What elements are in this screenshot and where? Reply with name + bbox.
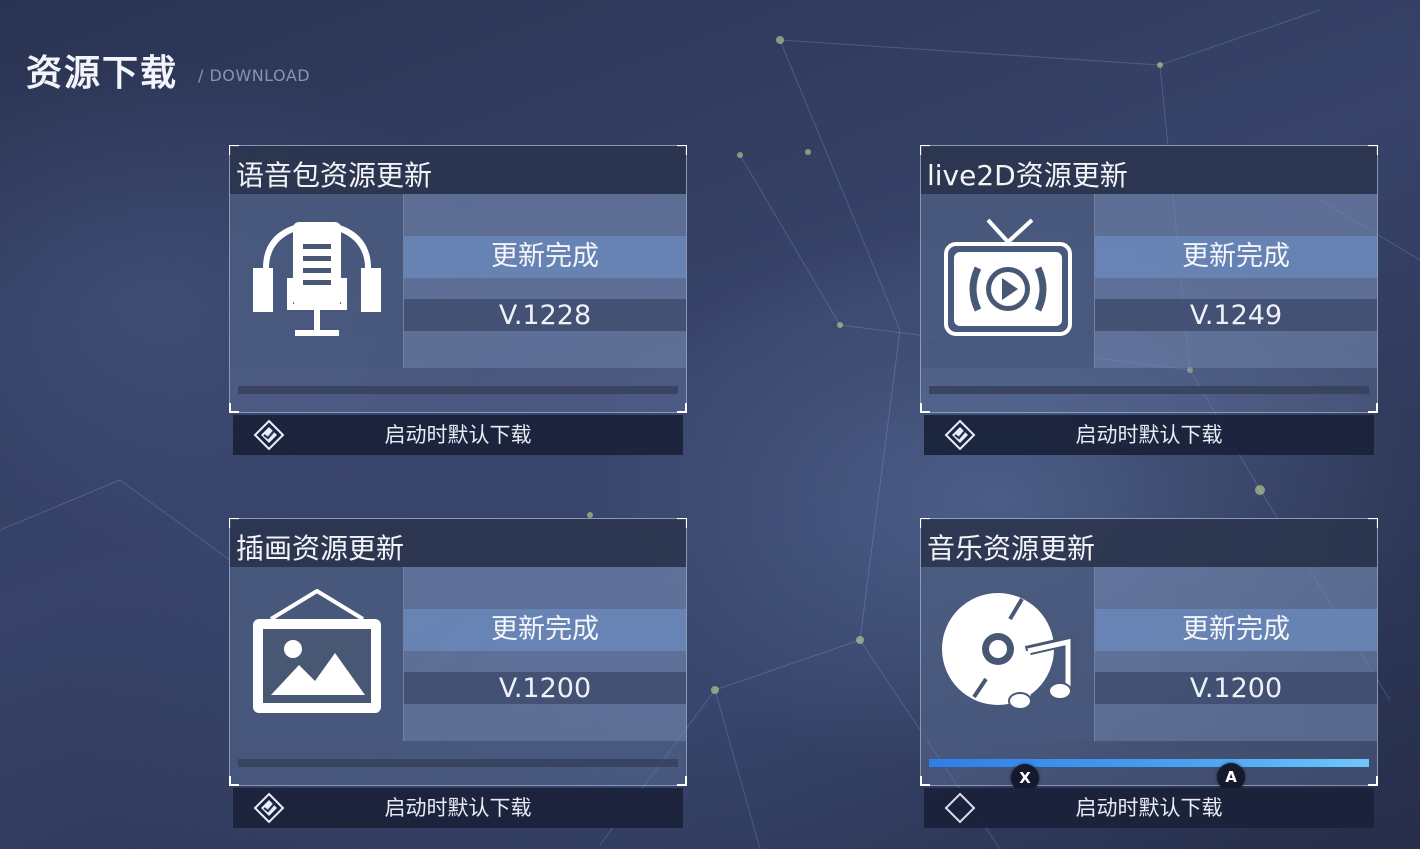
info-panel: 更新完成 V.1249 [1095, 194, 1377, 368]
icon-panel [230, 567, 404, 741]
status-text: 更新完成 [404, 236, 686, 278]
status-text: 更新完成 [1095, 609, 1377, 651]
card-title: 音乐资源更新 [927, 532, 1096, 565]
card-header: 语音包资源更新 [230, 146, 686, 194]
status-text: 更新完成 [404, 609, 686, 651]
progress-bar [238, 759, 678, 767]
page-subtitle: / DOWNLOAD [198, 66, 311, 85]
auto-download-label: 启动时默认下载 [1075, 796, 1223, 820]
picture-frame-icon [253, 589, 381, 713]
card-title: 插画资源更新 [236, 532, 405, 565]
card-frame: 插画资源更新 更新完成 V.1200 [229, 518, 687, 786]
auto-download-toggle[interactable]: 启动时默认下载 [233, 788, 683, 828]
progress-bar [238, 386, 678, 394]
voice-pack-card[interactable]: 语音包资源更新 更新完成 V.1228 启动时默认下载 [229, 145, 687, 457]
card-frame: 音乐资源更新 更新完成 V.1200 [920, 518, 1378, 786]
card-title: 语音包资源更新 [236, 159, 433, 192]
version-text: V.1249 [1095, 299, 1377, 331]
live2d-card[interactable]: live2D资源更新 更新完成 V.1249 启动时默认下载 [920, 145, 1378, 457]
info-panel: 更新完成 V.1200 [404, 567, 686, 741]
card-header: 音乐资源更新 [921, 519, 1377, 567]
card-header: live2D资源更新 [921, 146, 1377, 194]
progress-bar [929, 386, 1369, 394]
version-text: V.1228 [404, 299, 686, 331]
status-text: 更新完成 [1095, 236, 1377, 278]
tv-play-icon [944, 218, 1072, 336]
music-disc-icon [942, 593, 1075, 710]
card-header: 插画资源更新 [230, 519, 686, 567]
auto-download-toggle[interactable]: 启动时默认下载 [924, 415, 1374, 455]
icon-panel [230, 194, 404, 368]
auto-download-label: 启动时默认下载 [1075, 423, 1223, 447]
auto-download-label: 启动时默认下载 [384, 423, 532, 447]
progress-fill [929, 759, 1369, 767]
microphone-headphones-icon [253, 222, 381, 336]
version-text: V.1200 [404, 672, 686, 704]
info-panel: 更新完成 V.1228 [404, 194, 686, 368]
progress-bar [929, 759, 1369, 767]
info-panel: 更新完成 V.1200 [1095, 567, 1377, 741]
auto-download-toggle[interactable]: 启动时默认下载 [233, 415, 683, 455]
auto-download-toggle[interactable]: 启动时默认下载 [924, 788, 1374, 828]
icon-panel [921, 567, 1095, 741]
a-button-hint[interactable]: A [1217, 763, 1245, 791]
card-frame: live2D资源更新 更新完成 V.1249 [920, 145, 1378, 413]
icon-panel [921, 194, 1095, 368]
illustration-card[interactable]: 插画资源更新 更新完成 V.1200 启动时默认下载 [229, 518, 687, 830]
card-title: live2D资源更新 [927, 159, 1128, 192]
page-title: 资源下载 [26, 52, 179, 94]
music-card[interactable]: 音乐资源更新 更新完成 V.1200 X A 启动时默认下载 [920, 518, 1378, 830]
card-frame: 语音包资源更新 更新完成 V.1228 [229, 145, 687, 413]
version-text: V.1200 [1095, 672, 1377, 704]
auto-download-label: 启动时默认下载 [384, 796, 532, 820]
